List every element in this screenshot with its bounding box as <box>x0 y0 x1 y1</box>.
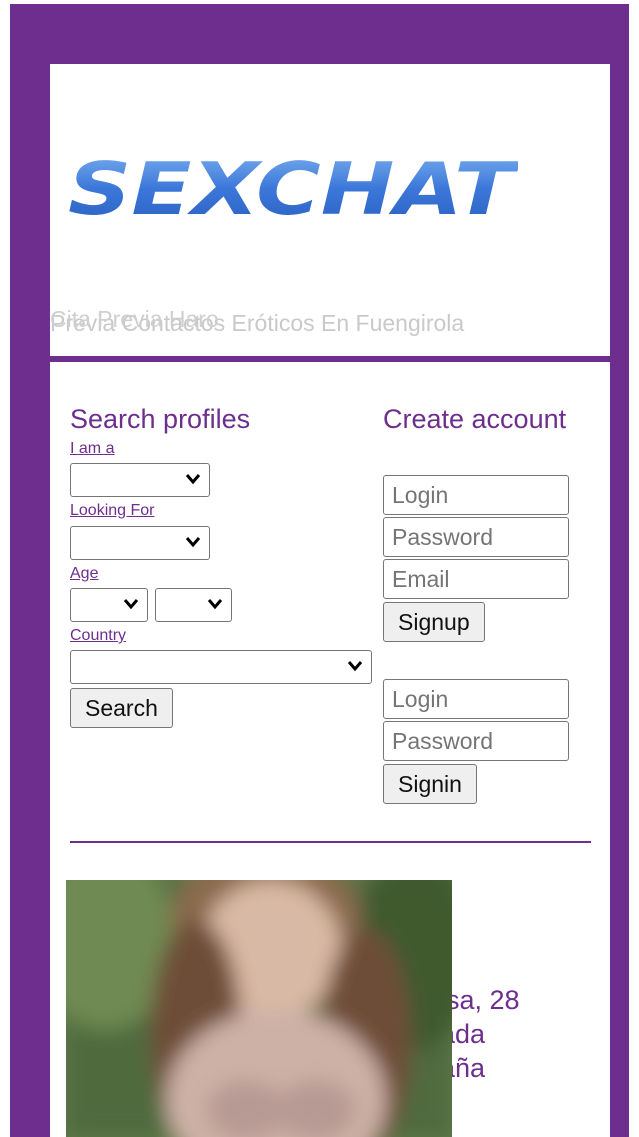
sexchat-logo[interactable]: SEXCHAT <box>66 154 518 224</box>
chevron-down-icon <box>123 599 139 610</box>
signup-email-field[interactable]: Email <box>383 559 569 599</box>
looking-for-label: Looking For <box>70 502 155 519</box>
blurred-profile-image <box>66 880 452 1137</box>
country-select[interactable] <box>70 650 372 684</box>
i-am-select[interactable] <box>70 463 210 497</box>
i-am-label: I am a <box>70 440 115 457</box>
signup-password-field[interactable]: Password <box>383 517 569 557</box>
signin-button[interactable]: Signin <box>383 764 477 804</box>
age-label: Age <box>70 565 99 582</box>
profile-country: aña <box>440 1053 486 1083</box>
profile-photo[interactable] <box>66 880 452 1137</box>
search-button[interactable]: Search <box>70 688 173 728</box>
signin-password-field[interactable]: Password <box>383 721 569 761</box>
section-divider <box>70 841 591 843</box>
age-min-select[interactable] <box>70 588 148 622</box>
country-label: Country <box>70 627 127 644</box>
chevron-down-icon <box>347 661 363 672</box>
signup-button[interactable]: Signup <box>383 602 485 642</box>
signin-login-field[interactable]: Login <box>383 679 569 719</box>
subtitle-overlay-text: Cita Previa Haro <box>50 310 219 332</box>
chevron-down-icon <box>185 474 201 485</box>
header-subtitle: Previa Contactos Eróticos En Fuengirola … <box>50 310 610 350</box>
chevron-down-icon <box>207 599 223 610</box>
create-account-heading: Create account <box>383 404 567 434</box>
looking-for-select[interactable] <box>70 526 210 560</box>
signup-login-field[interactable]: Login <box>383 475 569 515</box>
profile-name-age: isa, 28 <box>440 985 520 1015</box>
profile-info[interactable]: isa, 28 ada aña <box>440 983 570 1085</box>
age-max-select[interactable] <box>155 588 232 622</box>
chevron-down-icon <box>185 537 201 548</box>
profile-city: ada <box>440 1019 486 1049</box>
search-profiles-heading: Search profiles <box>70 404 251 434</box>
svg-text:SEXCHAT: SEXCHAT <box>68 154 518 224</box>
